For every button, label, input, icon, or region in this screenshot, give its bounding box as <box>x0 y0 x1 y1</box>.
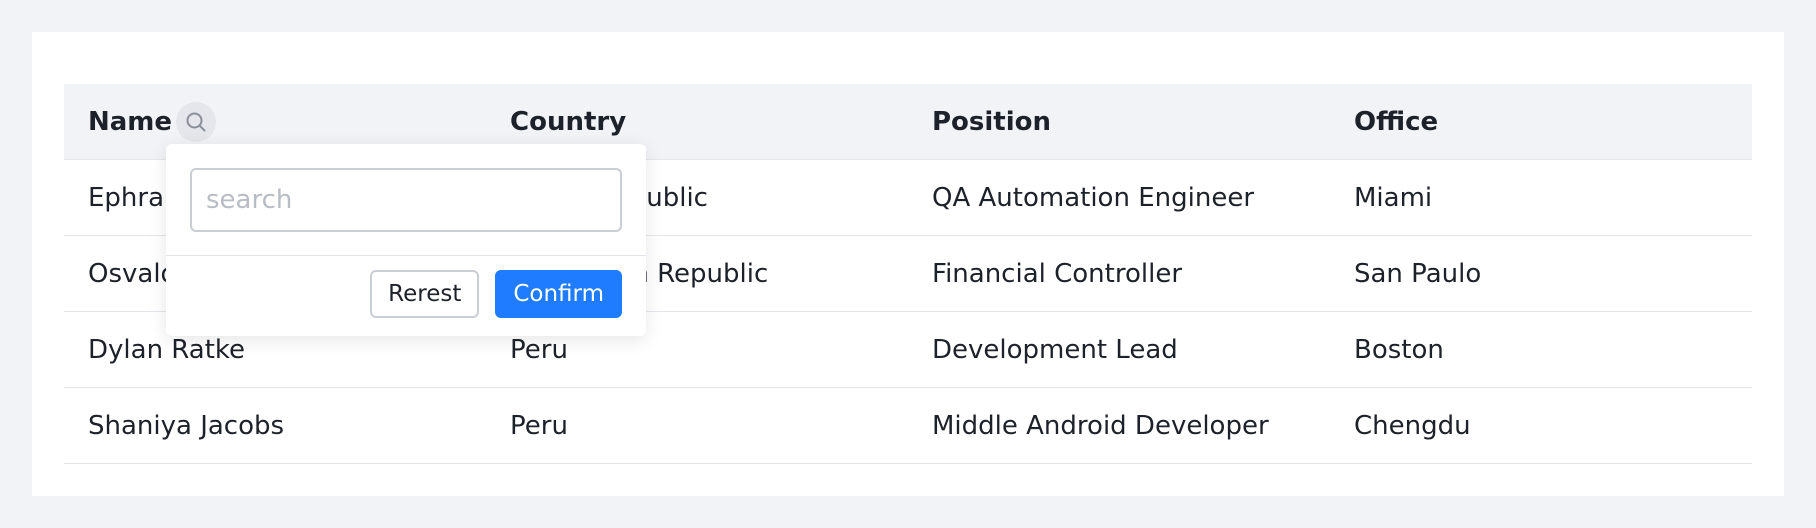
column-header-name: Name <box>64 101 486 142</box>
cell-position: QA Automation Engineer <box>932 182 1255 213</box>
column-header-label: Name <box>88 106 173 137</box>
cell-country: Peru <box>510 334 568 365</box>
filter-actions: Rerest Confirm <box>166 256 646 318</box>
cell-position: Middle Android Developer <box>932 410 1269 441</box>
cell-country: Peru <box>510 410 568 441</box>
search-icon[interactable] <box>176 101 217 142</box>
cell-name: Shaniya Jacobs <box>88 410 285 441</box>
filter-input-area <box>166 144 646 256</box>
search-input[interactable] <box>190 168 622 232</box>
confirm-button[interactable]: Confirm <box>495 270 622 318</box>
cell-position: Financial Controller <box>932 258 1183 289</box>
table-row: Shaniya Jacobs Peru Middle Android Devel… <box>64 388 1752 464</box>
cell-office: Boston <box>1354 334 1444 365</box>
column-header-position: Position <box>932 106 1052 137</box>
cell-office: Chengdu <box>1354 410 1471 441</box>
cell-office: Miami <box>1354 182 1433 213</box>
filter-popup: Rerest Confirm <box>166 144 646 336</box>
reset-button[interactable]: Rerest <box>370 270 480 318</box>
cell-name: Dylan Ratke <box>88 334 246 365</box>
cell-position: Development Lead <box>932 334 1178 365</box>
column-header-office: Office <box>1354 106 1439 137</box>
cell-office: San Paulo <box>1354 258 1482 289</box>
column-header-country: Country <box>510 106 627 137</box>
